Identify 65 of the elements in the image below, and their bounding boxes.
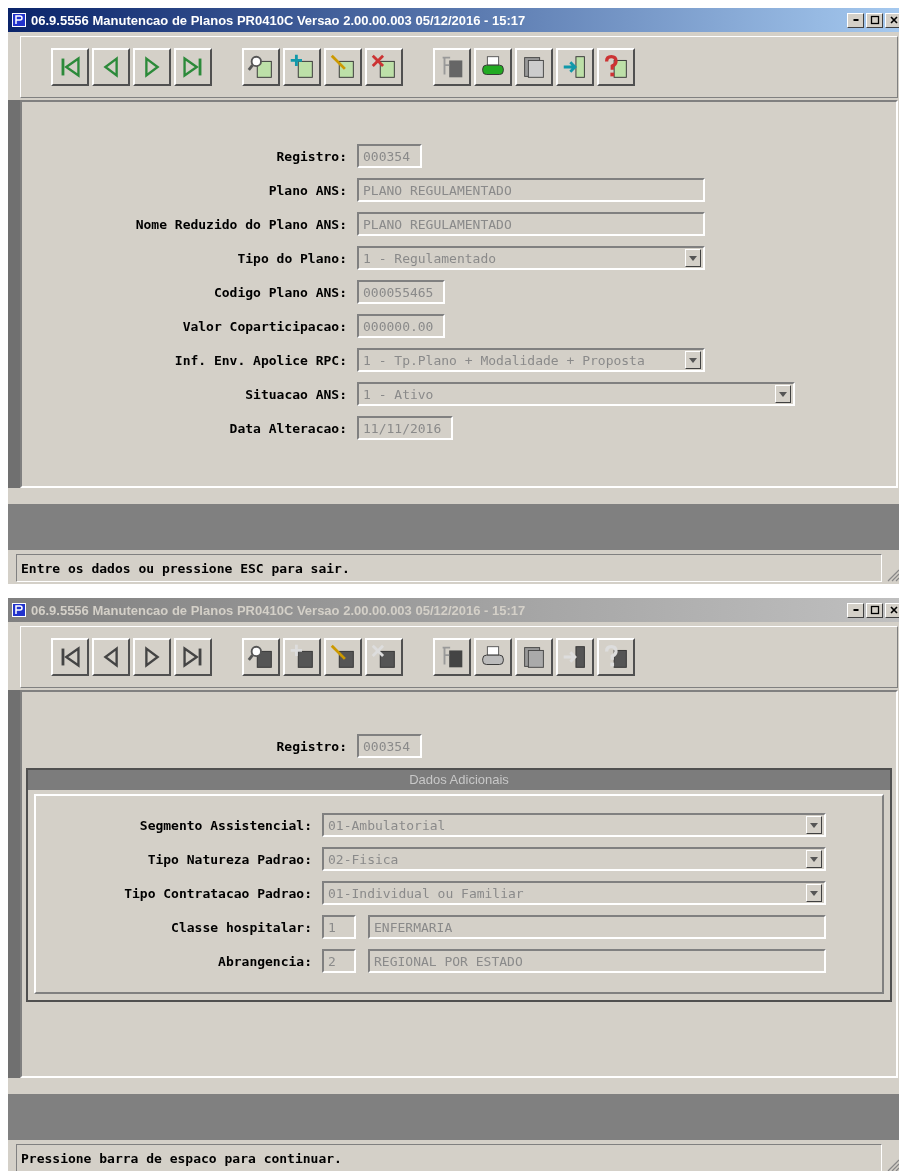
text-field[interactable]: PLANO REGULAMENTADO <box>357 212 705 236</box>
dropdown-field[interactable]: 1 - Tp.Plano + Modalidade + Proposta <box>357 348 705 372</box>
description-field[interactable]: REGIONAL POR ESTADO <box>368 949 826 973</box>
search-button[interactable] <box>242 48 280 86</box>
field-label: Codigo Plano ANS: <box>212 284 348 300</box>
app-icon <box>12 13 26 27</box>
text-field[interactable]: 11/11/2016 <box>357 416 454 440</box>
field-label: Tipo do Plano: <box>236 250 348 266</box>
code-field[interactable]: 1 <box>322 915 356 939</box>
dropdown-field[interactable]: 01-Individual ou Familiar <box>322 881 826 905</box>
question-mark-button[interactable] <box>597 48 635 86</box>
text-field[interactable]: 000354 <box>357 144 422 168</box>
minimize-icon <box>852 609 859 611</box>
minimize-icon <box>852 19 859 21</box>
status-message: Entre os dados ou pressione ESC para sair. <box>16 554 882 582</box>
field-label: Situacao ANS: <box>244 386 348 402</box>
last-record-button[interactable] <box>174 48 212 86</box>
maximize-button[interactable] <box>866 12 883 28</box>
window-title: 06.9.5556 Manutencao de Planos PR0410C Versao 2.00.00.003 05/12/2016 - 15:17 <box>31 12 527 28</box>
add-button[interactable] <box>283 48 321 86</box>
minimize-button[interactable] <box>847 12 864 28</box>
pencil-button[interactable] <box>324 48 362 86</box>
document-button[interactable] <box>515 48 553 86</box>
description-field[interactable]: ENFERMARIA <box>368 915 826 939</box>
field-label: Registro: <box>275 148 348 164</box>
field-label: Classe hospitalar: <box>170 919 313 935</box>
dropdown-field[interactable]: 01-Ambulatorial <box>322 813 826 837</box>
dropdown-field[interactable]: 1 - Ativo <box>357 382 795 406</box>
text-field[interactable]: 000000.00 <box>357 314 446 338</box>
dialog-title: Dados Adicionais <box>28 770 890 790</box>
text-field[interactable]: 000354 <box>357 734 422 758</box>
printer-button[interactable] <box>474 48 512 86</box>
field-label: Nome Reduzido do Plano ANS: <box>134 216 348 232</box>
dropdown-field[interactable]: 02-Fisica <box>322 847 826 871</box>
close-icon <box>887 14 899 26</box>
field-label: Valor Coparticipacao: <box>181 318 348 334</box>
resize-grip-icon[interactable] <box>886 568 899 582</box>
text-field[interactable]: 000055465 <box>357 280 446 304</box>
first-record-button[interactable] <box>51 48 89 86</box>
next-button[interactable] <box>133 48 171 86</box>
door-arrow-button[interactable] <box>556 48 594 86</box>
delete-button[interactable] <box>365 48 403 86</box>
text-field[interactable]: PLANO REGULAMENTADO <box>357 178 705 202</box>
close-icon <box>887 604 899 616</box>
field-label: Abrangencia: <box>217 953 313 969</box>
maximize-icon <box>868 604 881 616</box>
code-field[interactable]: 2 <box>322 949 356 973</box>
resize-grip-icon[interactable] <box>886 1158 899 1171</box>
close-button[interactable] <box>885 12 899 28</box>
field-label: Tipo Natureza Padrao: <box>146 851 313 867</box>
maximize-button[interactable] <box>866 602 883 618</box>
app-icon <box>12 603 26 617</box>
field-label: Plano ANS: <box>267 182 348 198</box>
minimize-button[interactable] <box>847 602 864 618</box>
field-label: Data Alteracao: <box>228 420 348 436</box>
field-label: Segmento Assistencial: <box>138 817 313 833</box>
letter-f-button[interactable] <box>433 48 471 86</box>
status-message: Pressione barra de espaco para continuar. <box>16 1144 882 1171</box>
maximize-icon <box>868 14 881 26</box>
field-label: Inf. Env. Apolice RPC: <box>173 352 348 368</box>
field-label: Registro: <box>275 738 348 754</box>
dropdown-field[interactable]: 1 - Regulamentado <box>357 246 705 270</box>
previous-button[interactable] <box>92 48 130 86</box>
close-button[interactable] <box>885 602 899 618</box>
field-label: Tipo Contratacao Padrao: <box>123 885 313 901</box>
